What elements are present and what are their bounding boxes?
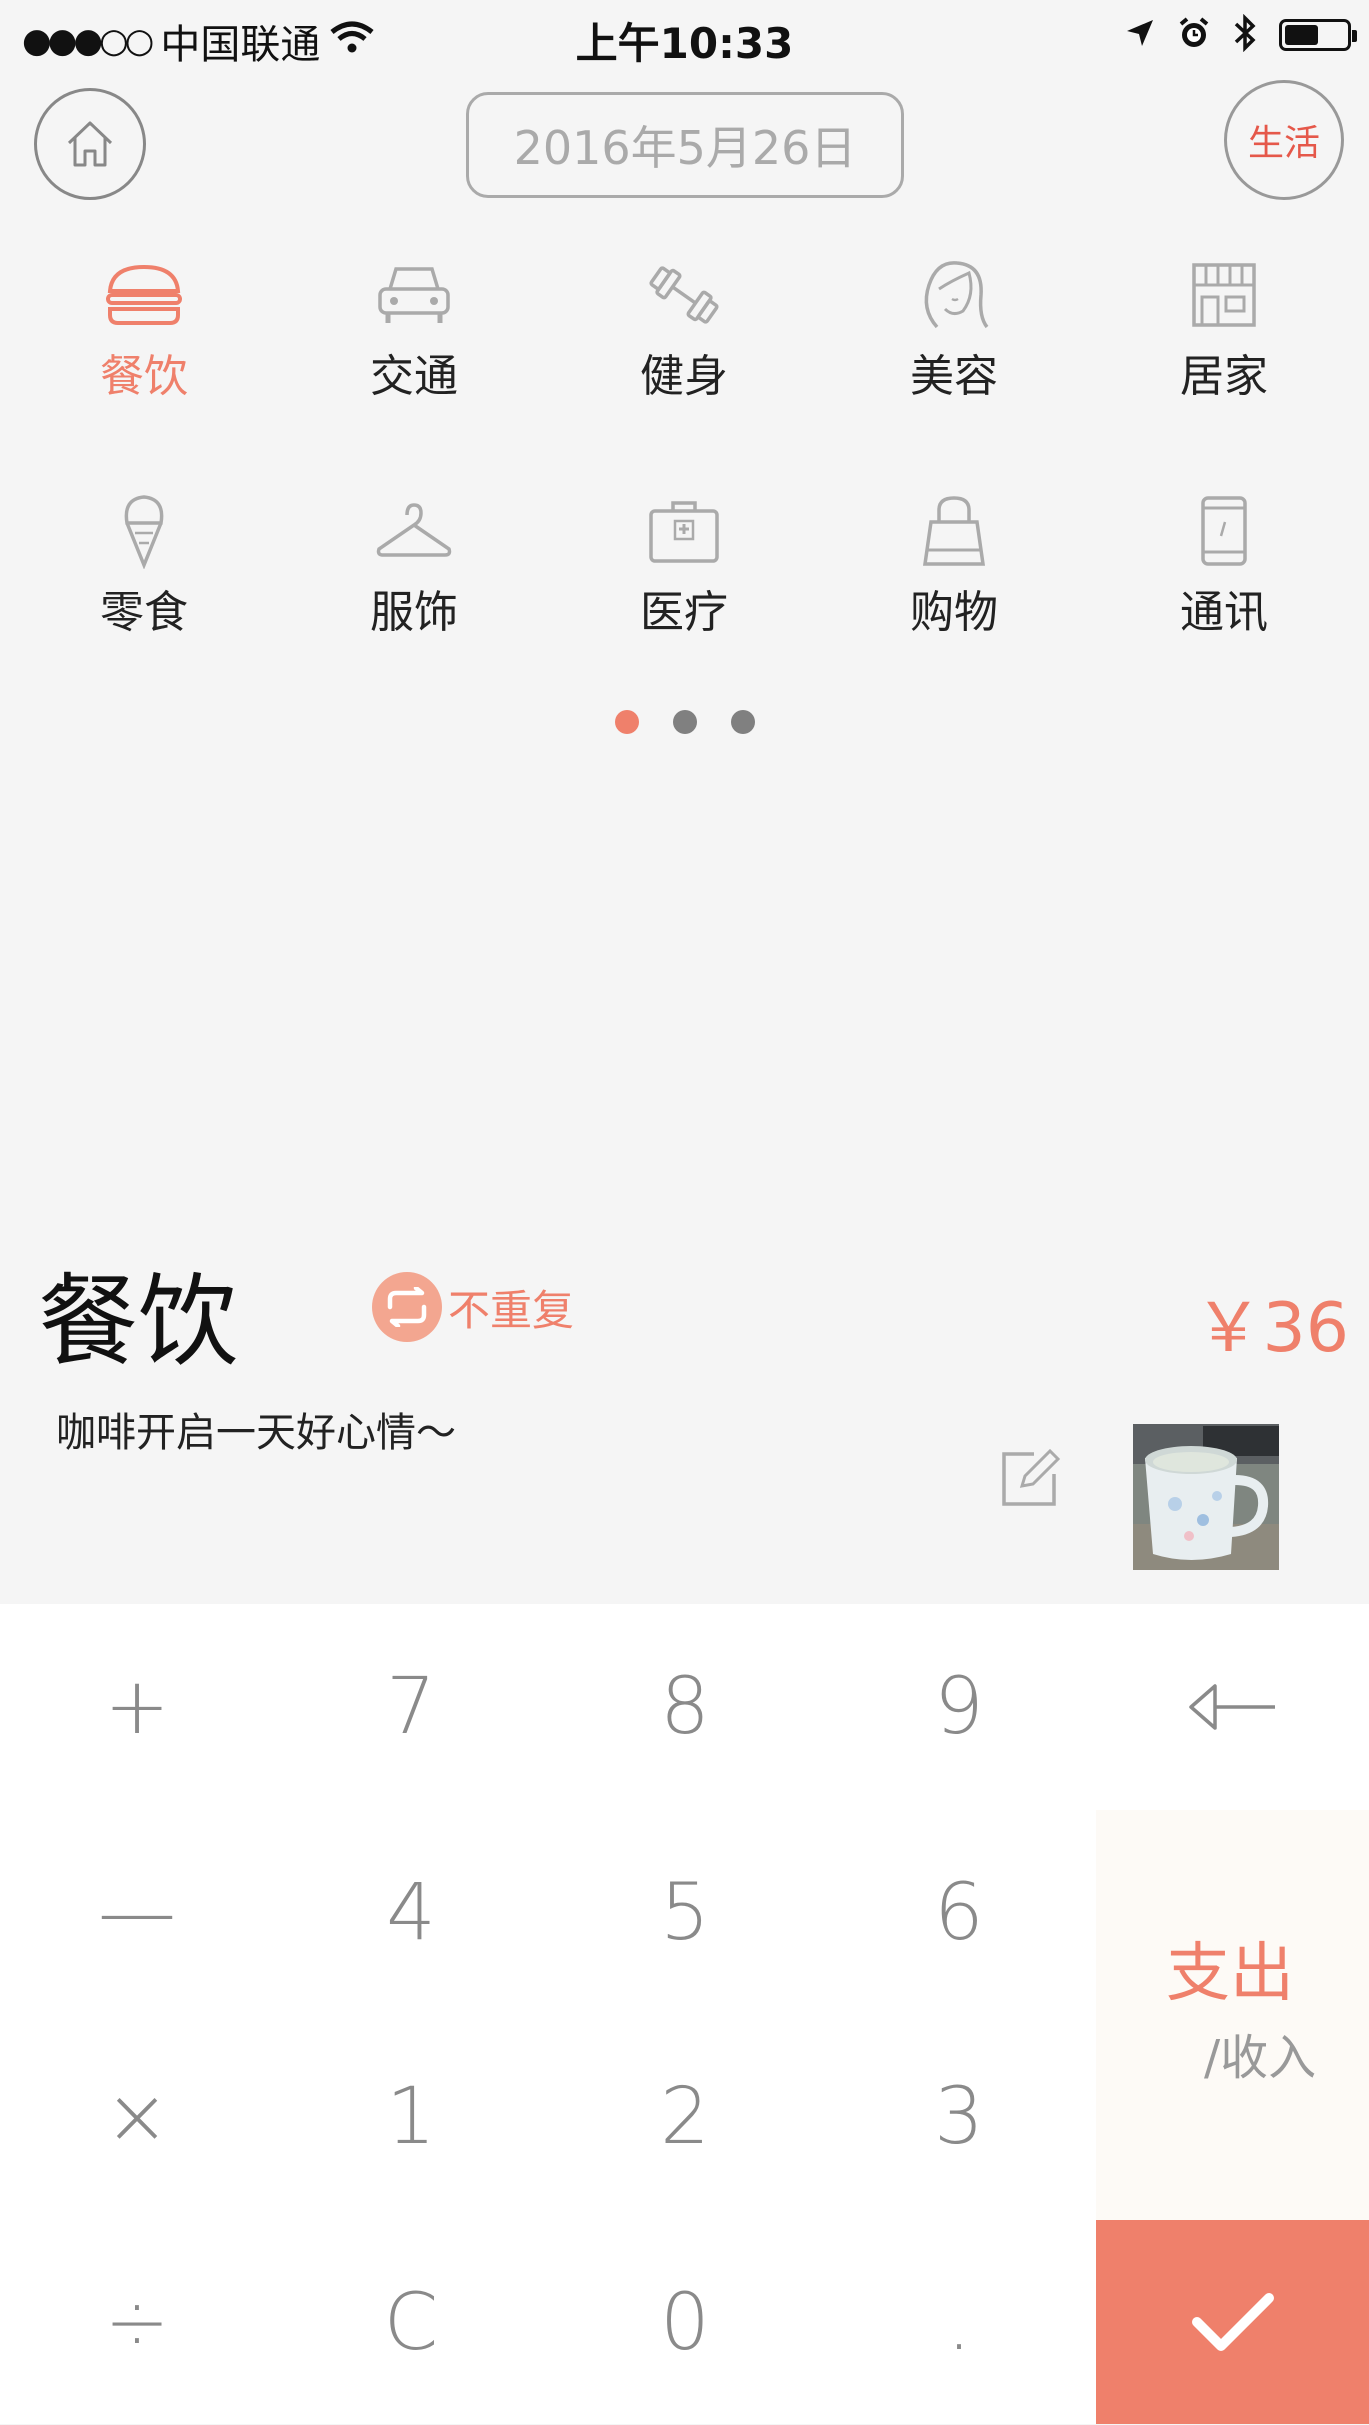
category-item[interactable]: 居家 (1089, 250, 1359, 404)
key-3[interactable]: 3 (822, 2014, 1096, 2219)
repeat-toggle[interactable]: 不重复 (372, 1272, 574, 1342)
category-label: 通讯 (1180, 587, 1268, 638)
mode-switch-button[interactable]: 生活 (1224, 80, 1344, 200)
category-item[interactable]: 零食 (9, 486, 279, 640)
note-text[interactable]: 咖啡开启一天好心情～ (56, 1400, 456, 1458)
page-indicator[interactable] (0, 710, 1369, 734)
category-label: 美容 (910, 351, 998, 402)
status-bar: ●●●○○ 中国联通 上午10:33 (0, 0, 1369, 76)
income-label[interactable]: /收入 (1204, 2018, 1316, 2088)
car-icon (378, 267, 450, 323)
keypad: + 7 8 9 — 4 5 6 × 1 2 3 ÷ C 0 . 支出 /收入 (0, 1604, 1369, 2424)
key-clear[interactable]: C (274, 2220, 548, 2425)
home-button[interactable] (34, 88, 146, 200)
battery-icon (1279, 19, 1357, 51)
key-6[interactable]: 6 (822, 1810, 1096, 2015)
category-item[interactable]: 健身 (549, 250, 819, 404)
category-label: 医疗 (640, 587, 728, 638)
checkmark-icon (1191, 2293, 1274, 2351)
key-1[interactable]: 1 (274, 2014, 548, 2219)
attached-photo[interactable] (1133, 1424, 1279, 1570)
category-label: 零食 (100, 587, 188, 638)
key-2[interactable]: 2 (548, 2014, 822, 2219)
key-7[interactable]: 7 (274, 1604, 548, 1809)
edit-icon (1002, 1448, 1061, 1506)
battery-fill (1285, 25, 1318, 45)
key-8[interactable]: 8 (548, 1604, 822, 1809)
category-item[interactable]: 服饰 (279, 486, 549, 640)
dumbbell-icon (649, 266, 719, 324)
home-icon (67, 121, 113, 167)
category-item[interactable]: 餐饮 (9, 250, 279, 404)
alarm-icon (1177, 16, 1211, 54)
category-label: 餐饮 (100, 351, 188, 402)
category-label: 服饰 (370, 587, 458, 638)
coffee-mug-photo (1133, 1424, 1279, 1570)
page-dot[interactable] (614, 710, 639, 734)
icecream-icon (124, 495, 164, 569)
category-label: 居家 (1180, 351, 1268, 402)
key-divide[interactable]: ÷ (0, 2220, 274, 2425)
category-label: 购物 (910, 587, 998, 638)
key-9[interactable]: 9 (822, 1604, 1096, 1809)
edit-note-button[interactable] (998, 1446, 1062, 1510)
status-right (1125, 13, 1357, 56)
category-item[interactable]: 交通 (279, 250, 549, 404)
phone-icon (1201, 496, 1247, 566)
medkit-icon (649, 501, 719, 563)
category-label: 健身 (640, 351, 728, 402)
amount-display: ￥36 (1194, 1289, 1349, 1368)
confirm-button[interactable] (1096, 2220, 1369, 2424)
backspace-icon (1188, 1683, 1275, 1730)
expense-income-toggle[interactable]: 支出 /收入 (1096, 1810, 1369, 2220)
repeat-icon (372, 1272, 442, 1342)
page-dot[interactable] (672, 710, 697, 734)
selected-category: 餐饮 (38, 1263, 238, 1380)
key-decimal[interactable]: . (822, 2220, 1096, 2425)
key-5[interactable]: 5 (548, 1810, 822, 2015)
category-item[interactable]: 医疗 (549, 486, 819, 640)
burger-icon (106, 264, 182, 325)
store-icon (1192, 263, 1256, 327)
key-0[interactable]: 0 (548, 2220, 822, 2425)
hanger-icon (376, 503, 452, 557)
repeat-label: 不重复 (448, 1285, 575, 1335)
category-label: 交通 (370, 351, 458, 402)
bag-icon (922, 496, 986, 566)
key-plus[interactable]: + (0, 1604, 274, 1809)
key-multiply[interactable]: × (0, 2014, 274, 2219)
face-icon (924, 261, 989, 329)
date-picker-button[interactable]: 2016年5月26日 (466, 92, 904, 198)
backspace-button[interactable] (1096, 1604, 1369, 1809)
category-item[interactable]: 美容 (819, 250, 1089, 404)
key-minus[interactable]: — (0, 1810, 274, 2015)
category-item[interactable]: 购物 (819, 486, 1089, 640)
bluetooth-icon (1233, 13, 1257, 56)
page-dot[interactable] (730, 710, 755, 734)
location-arrow-icon (1125, 18, 1155, 52)
key-4[interactable]: 4 (274, 1810, 548, 2015)
category-item[interactable]: 通讯 (1089, 486, 1359, 640)
expense-label[interactable]: 支出 (1166, 1922, 1294, 2014)
